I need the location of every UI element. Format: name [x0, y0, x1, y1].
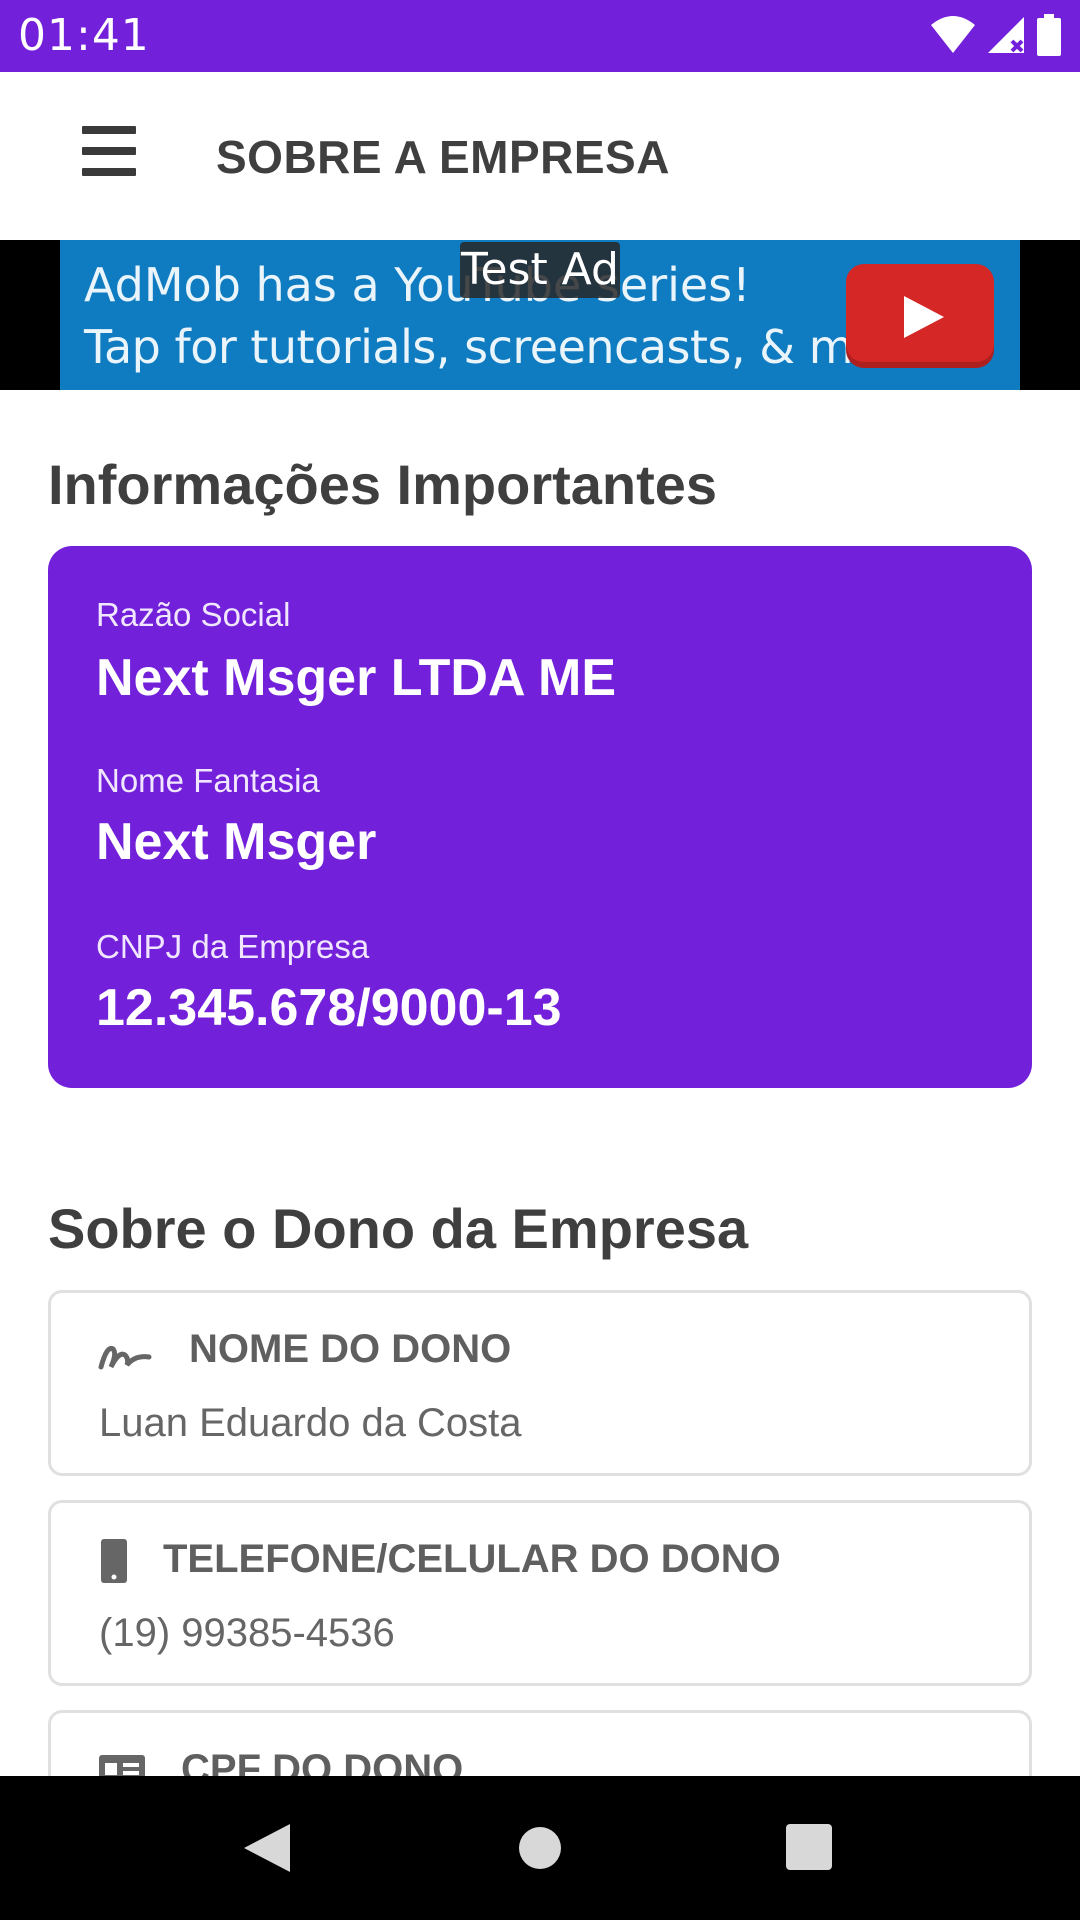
- owner-phone-label: TELEFONE/CELULAR DO DONO: [163, 1537, 781, 1581]
- owner-phone-card[interactable]: TELEFONE/CELULAR DO DONO (19) 99385-4536: [48, 1500, 1032, 1686]
- back-icon[interactable]: [244, 1824, 290, 1872]
- battery-icon: [1037, 14, 1061, 56]
- owner-name-value: Luan Eduardo da Costa: [99, 1401, 522, 1445]
- test-ad-badge: Test Ad: [460, 242, 620, 298]
- owner-info-heading: Sobre o Dono da Empresa: [48, 1197, 749, 1260]
- wifi-icon: [931, 16, 975, 53]
- page-title: SOBRE A EMPRESA: [216, 131, 670, 183]
- youtube-play-icon[interactable]: [846, 264, 994, 368]
- owner-name-label: NOME DO DONO: [189, 1327, 512, 1371]
- cnpj-value: 12.345.678/9000-13: [96, 979, 562, 1037]
- cnpj-label: CNPJ da Empresa: [96, 928, 370, 965]
- app-toolbar: SOBRE A EMPRESA: [0, 72, 1080, 240]
- status-bar: 01:41: [0, 0, 1080, 72]
- status-time: 01:41: [18, 10, 150, 61]
- phone-icon: [101, 1539, 127, 1583]
- company-info-card: Razão Social Next Msger LTDA ME Nome Fan…: [48, 546, 1032, 1088]
- menu-icon[interactable]: [72, 126, 144, 186]
- signature-icon: [98, 1345, 152, 1370]
- system-nav-bar: [0, 1776, 1080, 1920]
- ad-headline: AdMob has a YouTube series!: [84, 258, 751, 312]
- signal-icon: [988, 17, 1024, 53]
- owner-name-card[interactable]: NOME DO DONO Luan Eduardo da Costa: [48, 1290, 1032, 1476]
- razao-social-label: Razão Social: [96, 596, 291, 633]
- ad-subline: Tap for tutorials, screencasts, & more.: [84, 320, 940, 374]
- home-icon[interactable]: [519, 1827, 561, 1869]
- nome-fantasia-value: Next Msger: [96, 813, 377, 871]
- nome-fantasia-label: Nome Fantasia: [96, 762, 320, 799]
- owner-phone-value: (19) 99385-4536: [99, 1611, 395, 1655]
- status-icons: [930, 14, 1062, 56]
- company-info-heading: Informações Importantes: [48, 453, 718, 516]
- razao-social-value: Next Msger LTDA ME: [96, 649, 617, 707]
- recents-icon[interactable]: [786, 1824, 832, 1870]
